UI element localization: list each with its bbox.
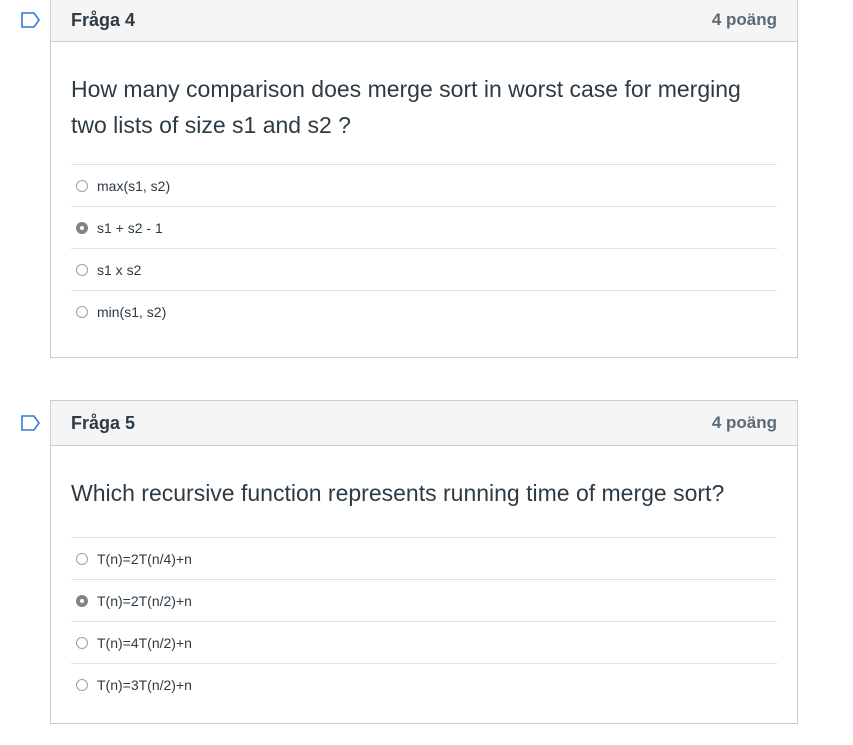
question-5: Fråga 5 4 poäng Which recursive function… (21, 400, 798, 724)
radio-button-selected[interactable] (76, 221, 88, 234)
answer-list: max(s1, s2) s1 + s2 - 1 s1 x s2 min(s1, … (71, 164, 777, 332)
answer-label: T(n)=3T(n/2)+n (97, 676, 192, 693)
answer-label: T(n)=2T(n/4)+n (97, 550, 192, 567)
question-points: 4 poäng (711, 10, 777, 29)
question-4: Fråga 4 4 poäng How many comparison does… (21, 0, 798, 358)
answer-label: T(n)=2T(n/2)+n (97, 592, 192, 609)
question-text: Which recursive function represents runn… (71, 480, 725, 506)
answer-label: s1 + s2 - 1 (97, 219, 163, 236)
answer-label: s1 x s2 (97, 261, 142, 278)
question-title: Fråga 5 (71, 412, 136, 433)
question-body: Which recursive function represents runn… (51, 446, 797, 705)
radio-button[interactable] (76, 636, 88, 649)
radio-button-selected[interactable] (76, 594, 88, 607)
question-header: Fråga 5 4 poäng (51, 401, 797, 446)
answer-option[interactable]: s1 + s2 - 1 (71, 207, 777, 249)
flag-question-icon[interactable] (21, 415, 40, 431)
answer-label: min(s1, s2) (97, 303, 167, 320)
answer-option[interactable]: s1 x s2 (71, 249, 777, 291)
answer-option[interactable]: max(s1, s2) (71, 165, 777, 207)
question-points: 4 poäng (711, 413, 777, 432)
answer-option[interactable]: T(n)=4T(n/2)+n (71, 622, 777, 664)
radio-button[interactable] (76, 552, 88, 565)
question-text: How many comparison does merge sort in w… (71, 76, 741, 138)
question-body: How many comparison does merge sort in w… (51, 42, 797, 332)
answer-label: T(n)=4T(n/2)+n (97, 634, 192, 651)
answer-list: T(n)=2T(n/4)+n T(n)=2T(n/2)+n T(n)=4T(n/… (71, 537, 777, 705)
answer-option[interactable]: T(n)=2T(n/4)+n (71, 538, 777, 580)
question-title: Fråga 4 (71, 9, 136, 30)
flag-question-icon[interactable] (21, 12, 40, 28)
answer-option[interactable]: T(n)=2T(n/2)+n (71, 580, 777, 622)
answer-label: max(s1, s2) (97, 177, 171, 194)
radio-button[interactable] (76, 305, 88, 318)
radio-button[interactable] (76, 179, 88, 192)
answer-option[interactable]: min(s1, s2) (71, 291, 777, 332)
answer-option[interactable]: T(n)=3T(n/2)+n (71, 664, 777, 705)
question-header: Fråga 4 4 poäng (51, 0, 797, 42)
radio-button[interactable] (76, 678, 88, 691)
radio-button[interactable] (76, 263, 88, 276)
